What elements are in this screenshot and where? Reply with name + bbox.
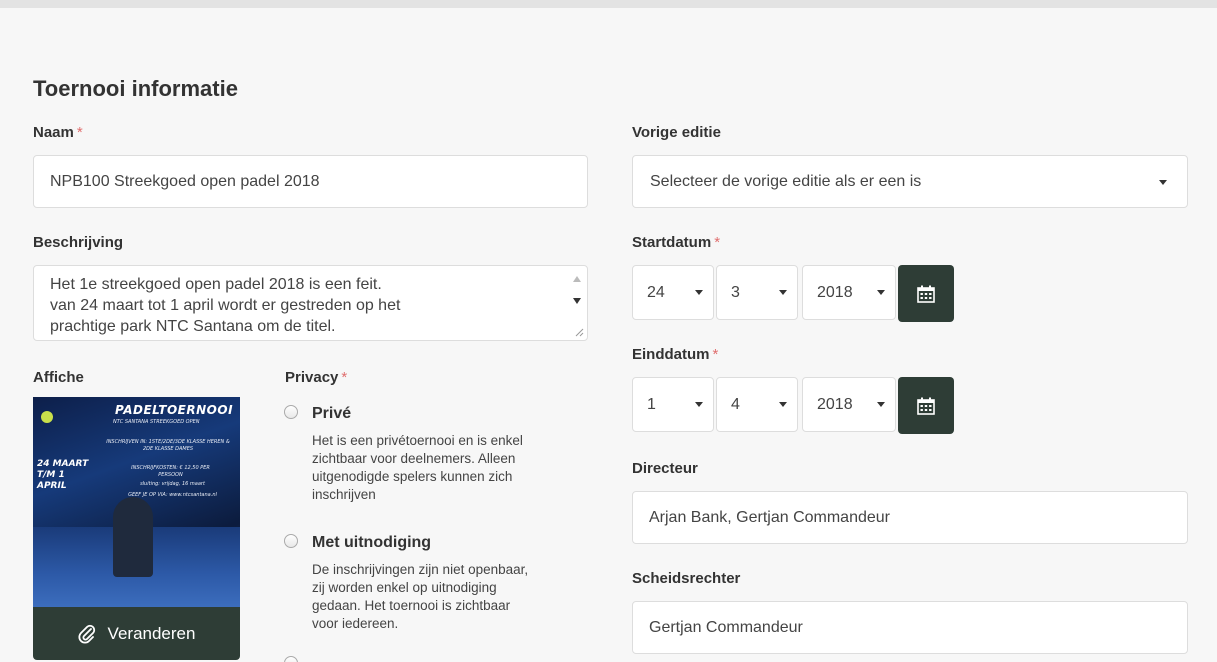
startdatum-year-select[interactable]: 2018 (802, 265, 896, 320)
scroll-down-arrow-icon[interactable] (573, 298, 581, 304)
einddatum-month-select[interactable]: 4 (716, 377, 798, 432)
calendar-icon (917, 285, 935, 303)
einddatum-day-select[interactable]: 1 (632, 377, 714, 432)
veranderen-button[interactable]: Veranderen (33, 607, 240, 660)
radio-met-uitnodiging[interactable] (284, 534, 298, 548)
radio-prive[interactable] (284, 405, 298, 419)
einddatum-year-select[interactable]: 2018 (802, 377, 896, 432)
chevron-down-icon (779, 402, 787, 407)
resize-handle-icon[interactable] (574, 327, 584, 337)
einddatum-month-value: 4 (731, 395, 740, 413)
einddatum-calendar-button[interactable] (898, 377, 954, 434)
vorige-editie-label: Vorige editie (632, 124, 721, 141)
poster-info-2: INSCHRIJFKOSTEN: € 12,50 PER PERSOON (131, 465, 210, 478)
affiche-poster-image: PADELTOERNOOI NTC SANTANA STREEKGOED OPE… (33, 397, 240, 607)
veranderen-label: Veranderen (107, 623, 196, 643)
einddatum-year-value: 2018 (817, 395, 853, 413)
beschrijving-line-3: prachtige park NTC Santana om de titel. (50, 318, 336, 335)
privacy-option-prive-title: Privé (312, 405, 352, 422)
chevron-down-icon (1159, 180, 1167, 185)
directeur-value: Arjan Bank, Gertjan Commandeur (649, 508, 890, 526)
beschrijving-label: Beschrijving (33, 234, 124, 251)
poster-subtitle: NTC SANTANA STREEKGOED OPEN (113, 419, 200, 425)
directeur-input[interactable]: Arjan Bank, Gertjan Commandeur (632, 491, 1188, 544)
startdatum-month-value: 3 (731, 283, 740, 301)
poster-dates: 24 MAART T/M 1 APRIL (37, 459, 89, 491)
beschrijving-line-1: Het 1e streekgoed open padel 2018 is een… (50, 276, 382, 293)
textarea-scrollbar[interactable] (569, 268, 585, 320)
startdatum-day-select[interactable]: 24 (632, 265, 714, 320)
radio-third-option[interactable] (284, 656, 298, 662)
poster-info-4: GEEF JE OP VIA: www.ntcsantana.nl (128, 492, 217, 498)
calendar-icon (917, 397, 935, 415)
einddatum-day-value: 1 (647, 395, 656, 413)
privacy-option-uitnodiging-title: Met uitnodiging (312, 534, 432, 551)
chevron-down-icon (877, 402, 885, 407)
vorige-editie-select[interactable]: Selecteer de vorige editie als er een is (632, 155, 1188, 208)
poster-info-1: INSCHRIJVEN IN: 1STE/2DE/3DE KLASSE HERE… (106, 439, 230, 452)
top-divider (0, 0, 1217, 8)
privacy-option-prive-desc: Het is een privétoernooi en is enkel zic… (312, 433, 523, 502)
scheidsrechter-label: Scheidsrechter (632, 570, 741, 587)
paperclip-icon (78, 624, 95, 644)
chevron-down-icon (695, 290, 703, 295)
beschrijving-line-2: van 24 maart tot 1 april wordt er gestre… (50, 297, 401, 314)
startdatum-label: Startdatum * (632, 234, 721, 251)
chevron-down-icon (695, 402, 703, 407)
naam-value: NPB100 Streekgoed open padel 2018 (50, 172, 320, 190)
scheidsrechter-input[interactable]: Gertjan Commandeur (632, 601, 1188, 654)
chevron-down-icon (877, 290, 885, 295)
poster-info-3: sluiting: vrijdag, 16 maart (140, 481, 205, 487)
affiche-label: Affiche (33, 369, 84, 386)
vorige-editie-selected: Selecteer de vorige editie als er een is (650, 172, 922, 190)
poster-player (113, 497, 153, 577)
startdatum-month-select[interactable]: 3 (716, 265, 798, 320)
einddatum-label: Einddatum * (632, 346, 719, 363)
chevron-down-icon (779, 290, 787, 295)
poster-ball (41, 411, 53, 423)
section-title: Toernooi informatie (33, 76, 238, 101)
privacy-option-uitnodiging-desc: De inschrijvingen zijn niet openbaar, zi… (312, 562, 529, 631)
scheidsrechter-value: Gertjan Commandeur (649, 618, 803, 636)
naam-input[interactable]: NPB100 Streekgoed open padel 2018 (33, 155, 588, 208)
startdatum-year-value: 2018 (817, 283, 853, 301)
privacy-label: Privacy * (285, 369, 348, 386)
naam-label: Naam * (33, 124, 83, 141)
scroll-up-arrow-icon[interactable] (573, 276, 581, 282)
poster-title: PADELTOERNOOI (115, 403, 234, 417)
directeur-label: Directeur (632, 460, 698, 477)
beschrijving-textarea[interactable]: Het 1e streekgoed open padel 2018 is een… (33, 265, 588, 341)
startdatum-day-value: 24 (647, 283, 665, 301)
startdatum-calendar-button[interactable] (898, 265, 954, 322)
